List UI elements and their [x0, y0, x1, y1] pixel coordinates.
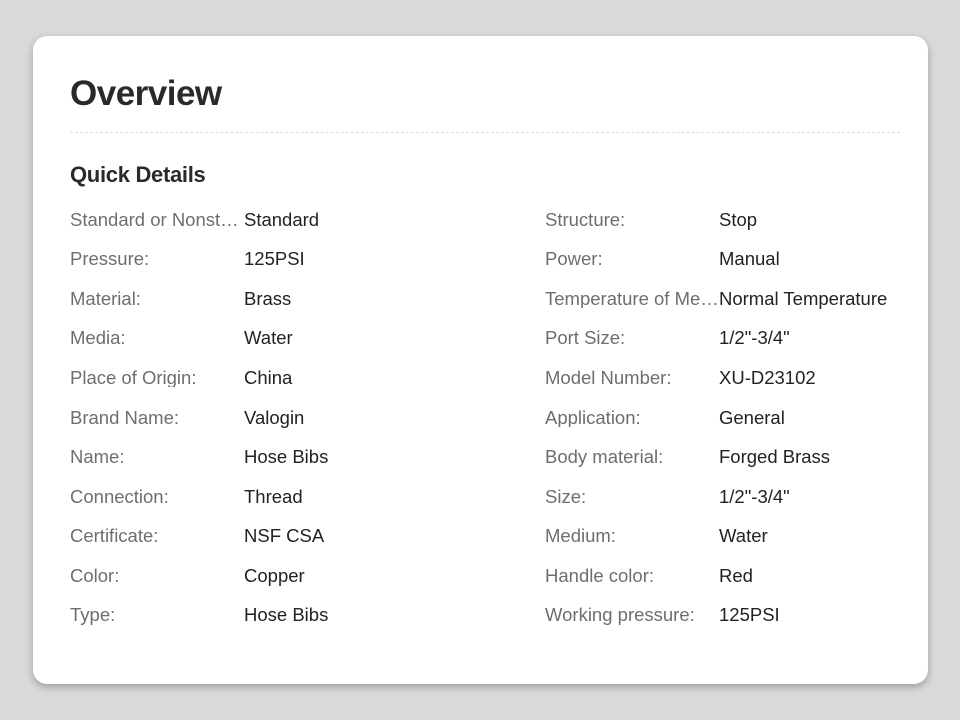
detail-value: Thread [244, 485, 303, 507]
detail-value: China [244, 366, 293, 388]
detail-label: Application: [545, 408, 641, 428]
detail-label: Standard or Nonstandard: [70, 210, 244, 230]
detail-label: Type: [70, 606, 116, 625]
detail-value: Manual [719, 248, 780, 270]
detail-value: Hose Bibs [244, 604, 329, 626]
page-title: Overview [70, 74, 222, 113]
detail-row: Handle color: Red [545, 556, 905, 596]
detail-label: Medium: [545, 527, 616, 546]
detail-row: Application: General [545, 398, 905, 438]
detail-row: Color: Copper [70, 556, 430, 596]
detail-label: Media: [70, 329, 126, 348]
detail-value: Red [719, 564, 753, 586]
detail-value: Water [719, 525, 768, 547]
detail-label: Power: [545, 250, 603, 269]
detail-label: Temperature of Media: [545, 289, 719, 309]
detail-value: Brass [244, 287, 292, 309]
detail-value: NSF CSA [244, 525, 325, 547]
detail-row: Structure: Stop [545, 200, 905, 240]
detail-label: Handle color: [545, 566, 655, 586]
detail-value: 1/2"-3/4" [719, 327, 790, 349]
detail-row: Temperature of Media: Normal Temperature [545, 279, 905, 319]
detail-label: Material: [70, 289, 141, 309]
detail-value: 1/2"-3/4" [719, 485, 790, 507]
detail-label: Structure: [545, 210, 626, 230]
details-column-right: Structure: Stop Power: Manual Temperature … [545, 200, 905, 636]
detail-row: Power: Manual [545, 240, 905, 280]
detail-label: Place of Origin: [70, 368, 197, 388]
detail-value: Stop [719, 208, 758, 230]
detail-label: Size: [545, 487, 587, 507]
detail-row: Media: Water [70, 319, 430, 359]
detail-value: Valogin [244, 406, 305, 428]
detail-label: Model Number: [545, 368, 672, 388]
detail-label: Brand Name: [70, 408, 179, 428]
detail-value: Standard [244, 208, 320, 230]
detail-row: Pressure: 125PSI [70, 240, 430, 280]
detail-row: Place of Origin: China [70, 358, 430, 398]
detail-value: 125PSI [719, 604, 780, 626]
detail-value: Forged Brass [719, 446, 831, 468]
detail-row: Model Number: XU-D23102 [545, 358, 905, 398]
detail-row: Body material: Forged Brass [545, 438, 905, 478]
section-title-quick-details: Quick Details [70, 162, 206, 187]
detail-label: Body material: [545, 448, 664, 467]
detail-row: Type: Hose Bibs [70, 596, 430, 636]
detail-label: Certificate: [70, 527, 159, 546]
detail-label: Pressure: [70, 250, 150, 269]
detail-row: Brand Name: Valogin [70, 398, 430, 438]
detail-row: Standard or Nonstandard:Standard [70, 200, 430, 240]
detail-row: Size: 1/2"-3/4" [545, 477, 905, 517]
detail-label: Working pressure: [545, 606, 695, 625]
detail-value: Normal Temperature [719, 287, 888, 309]
detail-value: Copper [244, 564, 305, 586]
detail-label: Name: [70, 448, 125, 467]
detail-label: Color: [70, 566, 120, 586]
detail-value: XU-D23102 [719, 366, 816, 388]
detail-label: Port Size: [545, 329, 626, 348]
detail-row: Medium: Water [545, 517, 905, 557]
detail-row: Connection: Thread [70, 477, 430, 517]
detail-value: Water [244, 327, 293, 349]
detail-row: Certificate: NSF CSA [70, 517, 430, 557]
detail-row: Material: Brass [70, 279, 430, 319]
detail-label: Connection: [70, 487, 169, 507]
detail-value: 125PSI [244, 248, 305, 270]
detail-row: Working pressure: 125PSI [545, 596, 905, 636]
detail-row: Name: Hose Bibs [70, 438, 430, 478]
title-divider [70, 132, 900, 133]
detail-row: Port Size: 1/2"-3/4" [545, 319, 905, 359]
detail-value: General [719, 406, 785, 428]
detail-value: Hose Bibs [244, 446, 329, 468]
details-column-left: Standard or Nonstandard:Standard Pressur… [70, 200, 430, 636]
overview-card: Overview Quick Details Standard or Nonst… [33, 36, 928, 684]
